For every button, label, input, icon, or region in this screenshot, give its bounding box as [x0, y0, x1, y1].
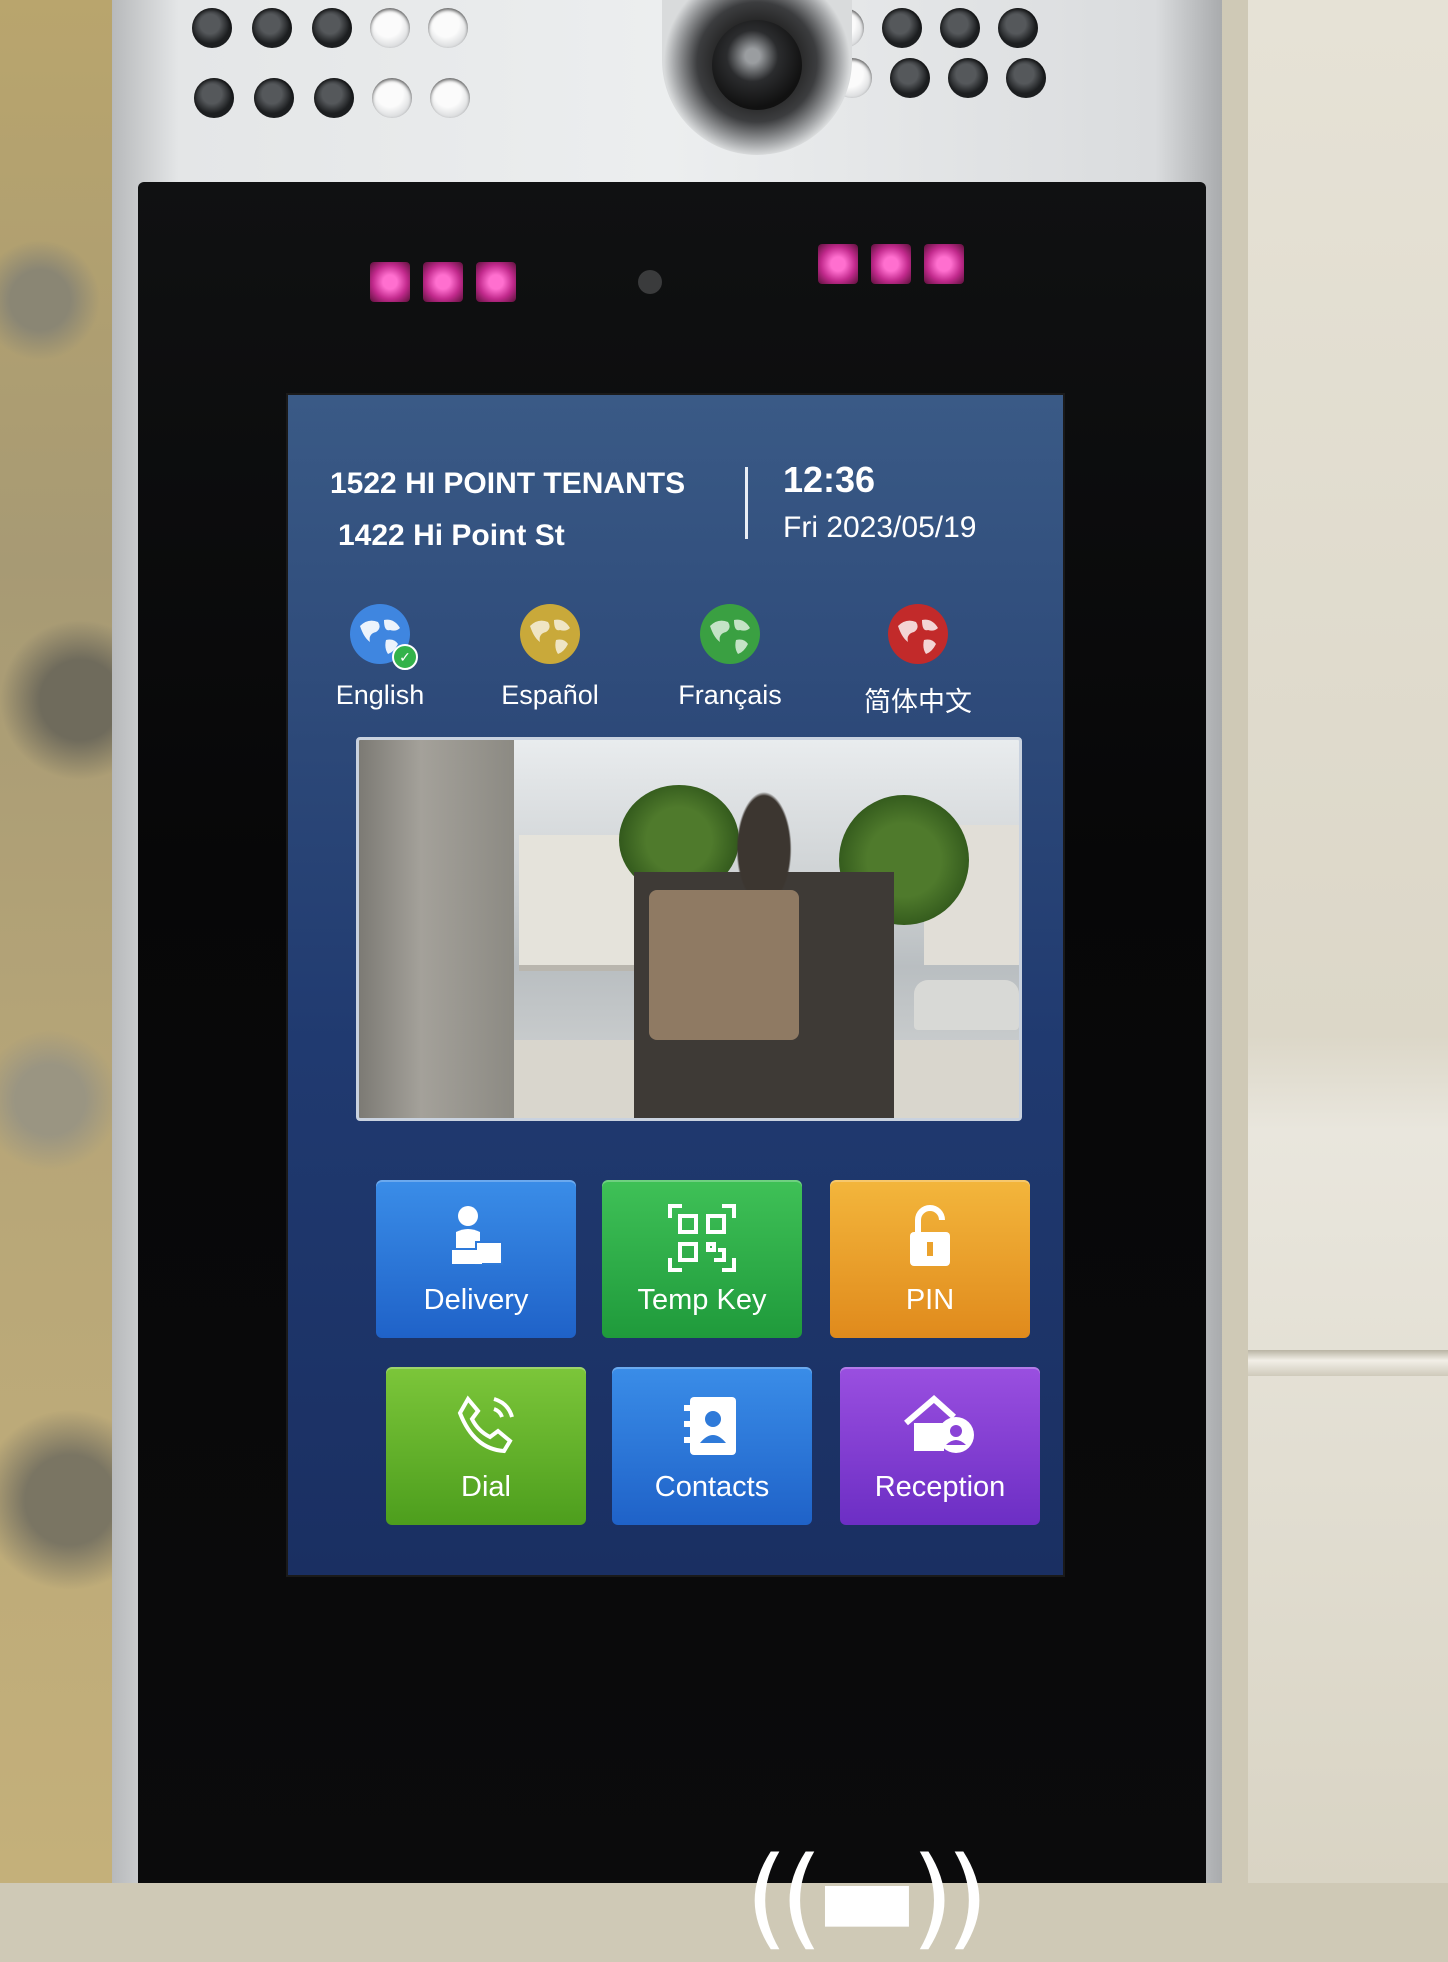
dial-label: Dial: [461, 1471, 511, 1503]
preview-pillar: [359, 740, 514, 1118]
delivery-label: Delivery: [423, 1284, 529, 1316]
preview-car: [914, 980, 1019, 1030]
ir-led: [370, 262, 410, 302]
speaker-hole: [194, 78, 234, 118]
language-option-francais[interactable]: Français: [660, 602, 800, 711]
contacts-label: Contacts: [654, 1471, 770, 1503]
siding-seam: [1248, 1350, 1448, 1376]
globe-icon: [518, 602, 582, 666]
camera-preview: [356, 737, 1022, 1121]
selected-check-icon: ✓: [392, 644, 418, 670]
camera-lens-icon: [712, 20, 802, 110]
language-label: Français: [678, 680, 782, 710]
language-label: 简体中文: [864, 687, 972, 717]
qr-code-icon: [662, 1198, 742, 1278]
status-header: 1522 HI POINT TENANTS 1422 Hi Point St 1…: [288, 395, 1063, 575]
light-sensor: [638, 270, 662, 294]
temp-key-button[interactable]: Temp Key: [602, 1180, 802, 1338]
speaker-hole: [428, 8, 468, 48]
speaker-hole: [940, 8, 980, 48]
speaker-hole: [882, 8, 922, 48]
building-title: 1522 HI POINT TENANTS: [330, 467, 686, 500]
speaker-hole: [192, 8, 232, 48]
contacts-button[interactable]: Contacts: [612, 1367, 812, 1525]
language-option-chinese[interactable]: 简体中文: [848, 602, 988, 719]
globe-icon: [698, 602, 762, 666]
speaker-hole: [314, 78, 354, 118]
speaker-hole: [370, 8, 410, 48]
globe-icon: ✓: [348, 602, 418, 670]
ir-led: [818, 244, 858, 284]
clock-time: 12:36: [783, 459, 876, 500]
nfc-icon[interactable]: ((▬)): [745, 1832, 989, 1962]
temp-key-label: Temp Key: [637, 1284, 767, 1316]
delivery-person-icon: [436, 1198, 516, 1278]
speaker-hole: [430, 78, 470, 118]
dial-button[interactable]: Dial: [386, 1367, 586, 1525]
clock-date: Fri 2023/05/19: [783, 511, 977, 544]
speaker-hole: [948, 58, 988, 98]
delivery-button[interactable]: Delivery: [376, 1180, 576, 1338]
speaker-hole: [312, 8, 352, 48]
language-option-espanol[interactable]: Español: [480, 602, 620, 711]
reception-label: Reception: [874, 1471, 1006, 1503]
speaker-hole: [998, 8, 1038, 48]
intercom-screen: 1522 HI POINT TENANTS 1422 Hi Point St 1…: [288, 395, 1063, 1575]
preview-bag: [649, 890, 799, 1040]
house-person-icon: [900, 1385, 980, 1465]
header-divider: [745, 467, 748, 539]
ir-led: [423, 262, 463, 302]
wall-siding: [1248, 0, 1448, 1883]
speaker-hole: [890, 58, 930, 98]
speaker-hole: [1006, 58, 1046, 98]
globe-icon: [886, 602, 950, 666]
contacts-book-icon: [672, 1385, 752, 1465]
language-label: English: [335, 680, 425, 710]
speaker-hole: [252, 8, 292, 48]
pin-button[interactable]: PIN: [830, 1180, 1030, 1338]
phone-call-icon: [446, 1385, 526, 1465]
language-option-english[interactable]: ✓ English: [310, 602, 450, 711]
wall-texture: [0, 0, 130, 1883]
ir-led: [924, 244, 964, 284]
reception-button[interactable]: Reception: [840, 1367, 1040, 1525]
unlock-icon: [890, 1198, 970, 1278]
pin-label: PIN: [905, 1284, 955, 1316]
speaker-hole: [372, 78, 412, 118]
speaker-hole: [254, 78, 294, 118]
ir-led: [476, 262, 516, 302]
language-label: Español: [501, 680, 599, 710]
building-address: 1422 Hi Point St: [338, 519, 565, 552]
ir-led: [871, 244, 911, 284]
